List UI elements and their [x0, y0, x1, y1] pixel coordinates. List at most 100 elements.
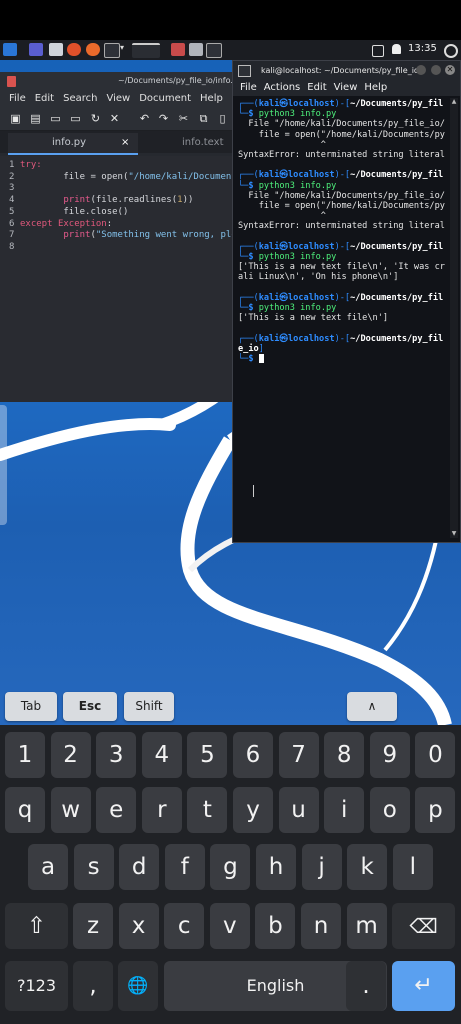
tab-key[interactable]: Tab: [5, 692, 57, 721]
key-t[interactable]: t: [187, 787, 228, 833]
close-icon[interactable]: ✕: [445, 65, 455, 75]
key-5[interactable]: 5: [187, 732, 228, 778]
bell-icon[interactable]: [392, 44, 401, 54]
key-m[interactable]: m: [346, 903, 387, 949]
enter-icon[interactable]: ↵: [392, 961, 455, 1011]
shift-key[interactable]: Shift: [124, 692, 174, 721]
key-r[interactable]: r: [141, 787, 182, 833]
key-z[interactable]: z: [73, 903, 113, 949]
key-x[interactable]: x: [118, 903, 159, 949]
key-v[interactable]: v: [209, 903, 250, 949]
python-icon[interactable]: [171, 43, 185, 56]
terminal-icon[interactable]: [206, 43, 222, 58]
menu-file[interactable]: File: [240, 82, 257, 93]
key-8[interactable]: 8: [324, 732, 365, 778]
key-d[interactable]: d: [119, 844, 160, 890]
window-icon[interactable]: [132, 43, 160, 58]
menu-search[interactable]: Search: [63, 93, 97, 104]
key-q[interactable]: q: [5, 787, 45, 833]
key-h[interactable]: h: [256, 844, 296, 890]
menu-file[interactable]: File: [9, 93, 26, 104]
key-o[interactable]: o: [369, 787, 410, 833]
key-g[interactable]: g: [210, 844, 251, 890]
undo-icon[interactable]: ↶: [138, 112, 151, 125]
power-icon[interactable]: [444, 44, 458, 58]
key-b[interactable]: b: [255, 903, 296, 949]
key-6[interactable]: 6: [233, 732, 273, 778]
key-4[interactable]: 4: [141, 732, 182, 778]
key-s[interactable]: s: [73, 844, 114, 890]
firefox-icon[interactable]: [86, 43, 100, 56]
key-u[interactable]: u: [278, 787, 319, 833]
key-i[interactable]: i: [324, 787, 365, 833]
editor-titlebar[interactable]: ~/Documents/py_file_io/info.py: [0, 72, 243, 90]
key-3[interactable]: 3: [96, 732, 137, 778]
new-file-icon[interactable]: ▣: [9, 112, 22, 125]
copy-icon[interactable]: ⧉: [197, 112, 210, 125]
comma-key[interactable]: ,: [73, 961, 113, 1011]
terminal-window[interactable]: kali@localhost: ~/Documents/py_file_io ✕…: [232, 60, 461, 543]
side-drawer-handle[interactable]: [0, 405, 7, 525]
terminal-icon[interactable]: [104, 43, 120, 58]
terminal-scrollbar[interactable]: ▲ ▼: [450, 98, 458, 538]
key-e[interactable]: e: [96, 787, 137, 833]
firefox-icon[interactable]: [67, 43, 81, 56]
menu-document[interactable]: Document: [139, 93, 191, 104]
menu-edit[interactable]: Edit: [35, 93, 54, 104]
menu-view[interactable]: View: [106, 93, 130, 104]
key-1[interactable]: 1: [5, 732, 45, 778]
menu-view[interactable]: View: [334, 82, 358, 93]
clock[interactable]: 13:35: [408, 43, 437, 54]
menu-edit[interactable]: Edit: [307, 82, 326, 93]
new-window-icon[interactable]: ▤: [29, 112, 42, 125]
backspace-icon[interactable]: ⌫: [392, 903, 455, 949]
chevron-down-icon[interactable]: ▾: [120, 43, 128, 56]
key-2[interactable]: 2: [50, 732, 91, 778]
reload-icon[interactable]: ↻: [89, 112, 102, 125]
menu-actions[interactable]: Actions: [264, 82, 301, 93]
key-p[interactable]: p: [415, 787, 456, 833]
key-w[interactable]: w: [50, 787, 91, 833]
files-icon[interactable]: [49, 43, 63, 56]
menu-help[interactable]: Help: [200, 93, 223, 104]
key-j[interactable]: j: [301, 844, 342, 890]
save-as-icon[interactable]: ▭: [69, 112, 82, 125]
terminal-titlebar[interactable]: kali@localhost: ~/Documents/py_file_io ✕: [233, 61, 460, 80]
maximize-icon[interactable]: [431, 65, 441, 75]
key-f[interactable]: f: [164, 844, 205, 890]
folder-icon[interactable]: [189, 43, 203, 56]
key-0[interactable]: 0: [415, 732, 456, 778]
menu-help[interactable]: Help: [364, 82, 387, 93]
esc-key[interactable]: Esc: [63, 692, 117, 721]
save-icon[interactable]: ▭: [49, 112, 62, 125]
tab-info-text[interactable]: info.text: [140, 133, 232, 153]
key-c[interactable]: c: [164, 903, 205, 949]
key-9[interactable]: 9: [369, 732, 410, 778]
close-icon[interactable]: ✕: [108, 112, 121, 125]
desktop-icon[interactable]: [29, 43, 43, 56]
period-key[interactable]: .: [346, 961, 386, 1011]
tab-info-py[interactable]: info.py ×: [8, 133, 138, 155]
key-l[interactable]: l: [392, 844, 433, 890]
key-a[interactable]: a: [28, 844, 68, 890]
globe-icon[interactable]: 🌐: [118, 961, 158, 1011]
key-k[interactable]: k: [347, 844, 388, 890]
terminal-output[interactable]: ┌──(kali㉿localhost)-[~/Documents/py_fil └…: [238, 99, 448, 364]
kali-menu-icon[interactable]: [3, 43, 17, 56]
ctrl-up-key[interactable]: ∧: [347, 692, 397, 721]
screenshot-icon[interactable]: [372, 45, 384, 57]
tab-close-icon[interactable]: ×: [121, 133, 129, 153]
key-n[interactable]: n: [301, 903, 341, 949]
minimize-icon[interactable]: [416, 65, 426, 75]
code-editor[interactable]: 1 try: 2 file = open("/home/kali/Documents…: [0, 156, 248, 402]
terminal-input-line[interactable]: └─$: [238, 354, 448, 364]
paste-icon[interactable]: ▯: [216, 112, 229, 125]
editor-window[interactable]: ~/Documents/py_file_io/info.py File Edit S…: [0, 72, 248, 402]
key-7[interactable]: 7: [278, 732, 319, 778]
symbols-key[interactable]: ?123: [5, 961, 68, 1011]
scrollbar-up-icon[interactable]: ▲: [450, 98, 458, 106]
key-y[interactable]: y: [233, 787, 273, 833]
redo-icon[interactable]: ↷: [157, 112, 170, 125]
cut-icon[interactable]: ✂: [177, 112, 190, 125]
shift-icon[interactable]: ⇧: [5, 903, 68, 949]
